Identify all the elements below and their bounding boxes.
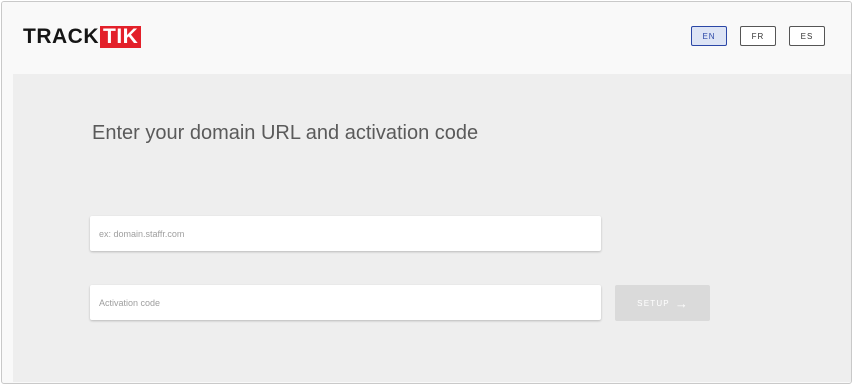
top-header: TRACK TIK EN FR ES — [2, 2, 851, 74]
language-switcher: EN FR ES — [691, 26, 825, 46]
page-title: Enter your domain URL and activation cod… — [92, 122, 479, 144]
app-window: TRACK TIK EN FR ES Enter your domain URL… — [1, 1, 852, 384]
activation-code-field-container — [90, 285, 601, 320]
activation-code-input[interactable] — [90, 285, 601, 320]
language-button-en[interactable]: EN — [691, 26, 727, 46]
tracktik-logo: TRACK TIK — [23, 25, 142, 48]
domain-url-input[interactable] — [90, 216, 601, 251]
language-button-es[interactable]: ES — [789, 26, 825, 46]
arrow-right-icon: → — [674, 295, 688, 311]
activation-panel: Enter your domain URL and activation cod… — [13, 74, 851, 382]
logo-text-track: TRACK — [23, 25, 99, 48]
language-button-fr[interactable]: FR — [740, 26, 776, 46]
setup-button-label: SETUP — [637, 298, 670, 308]
domain-field-container — [90, 216, 601, 251]
logo-text-tik: TIK — [100, 26, 142, 48]
setup-button[interactable]: SETUP → — [615, 285, 710, 321]
